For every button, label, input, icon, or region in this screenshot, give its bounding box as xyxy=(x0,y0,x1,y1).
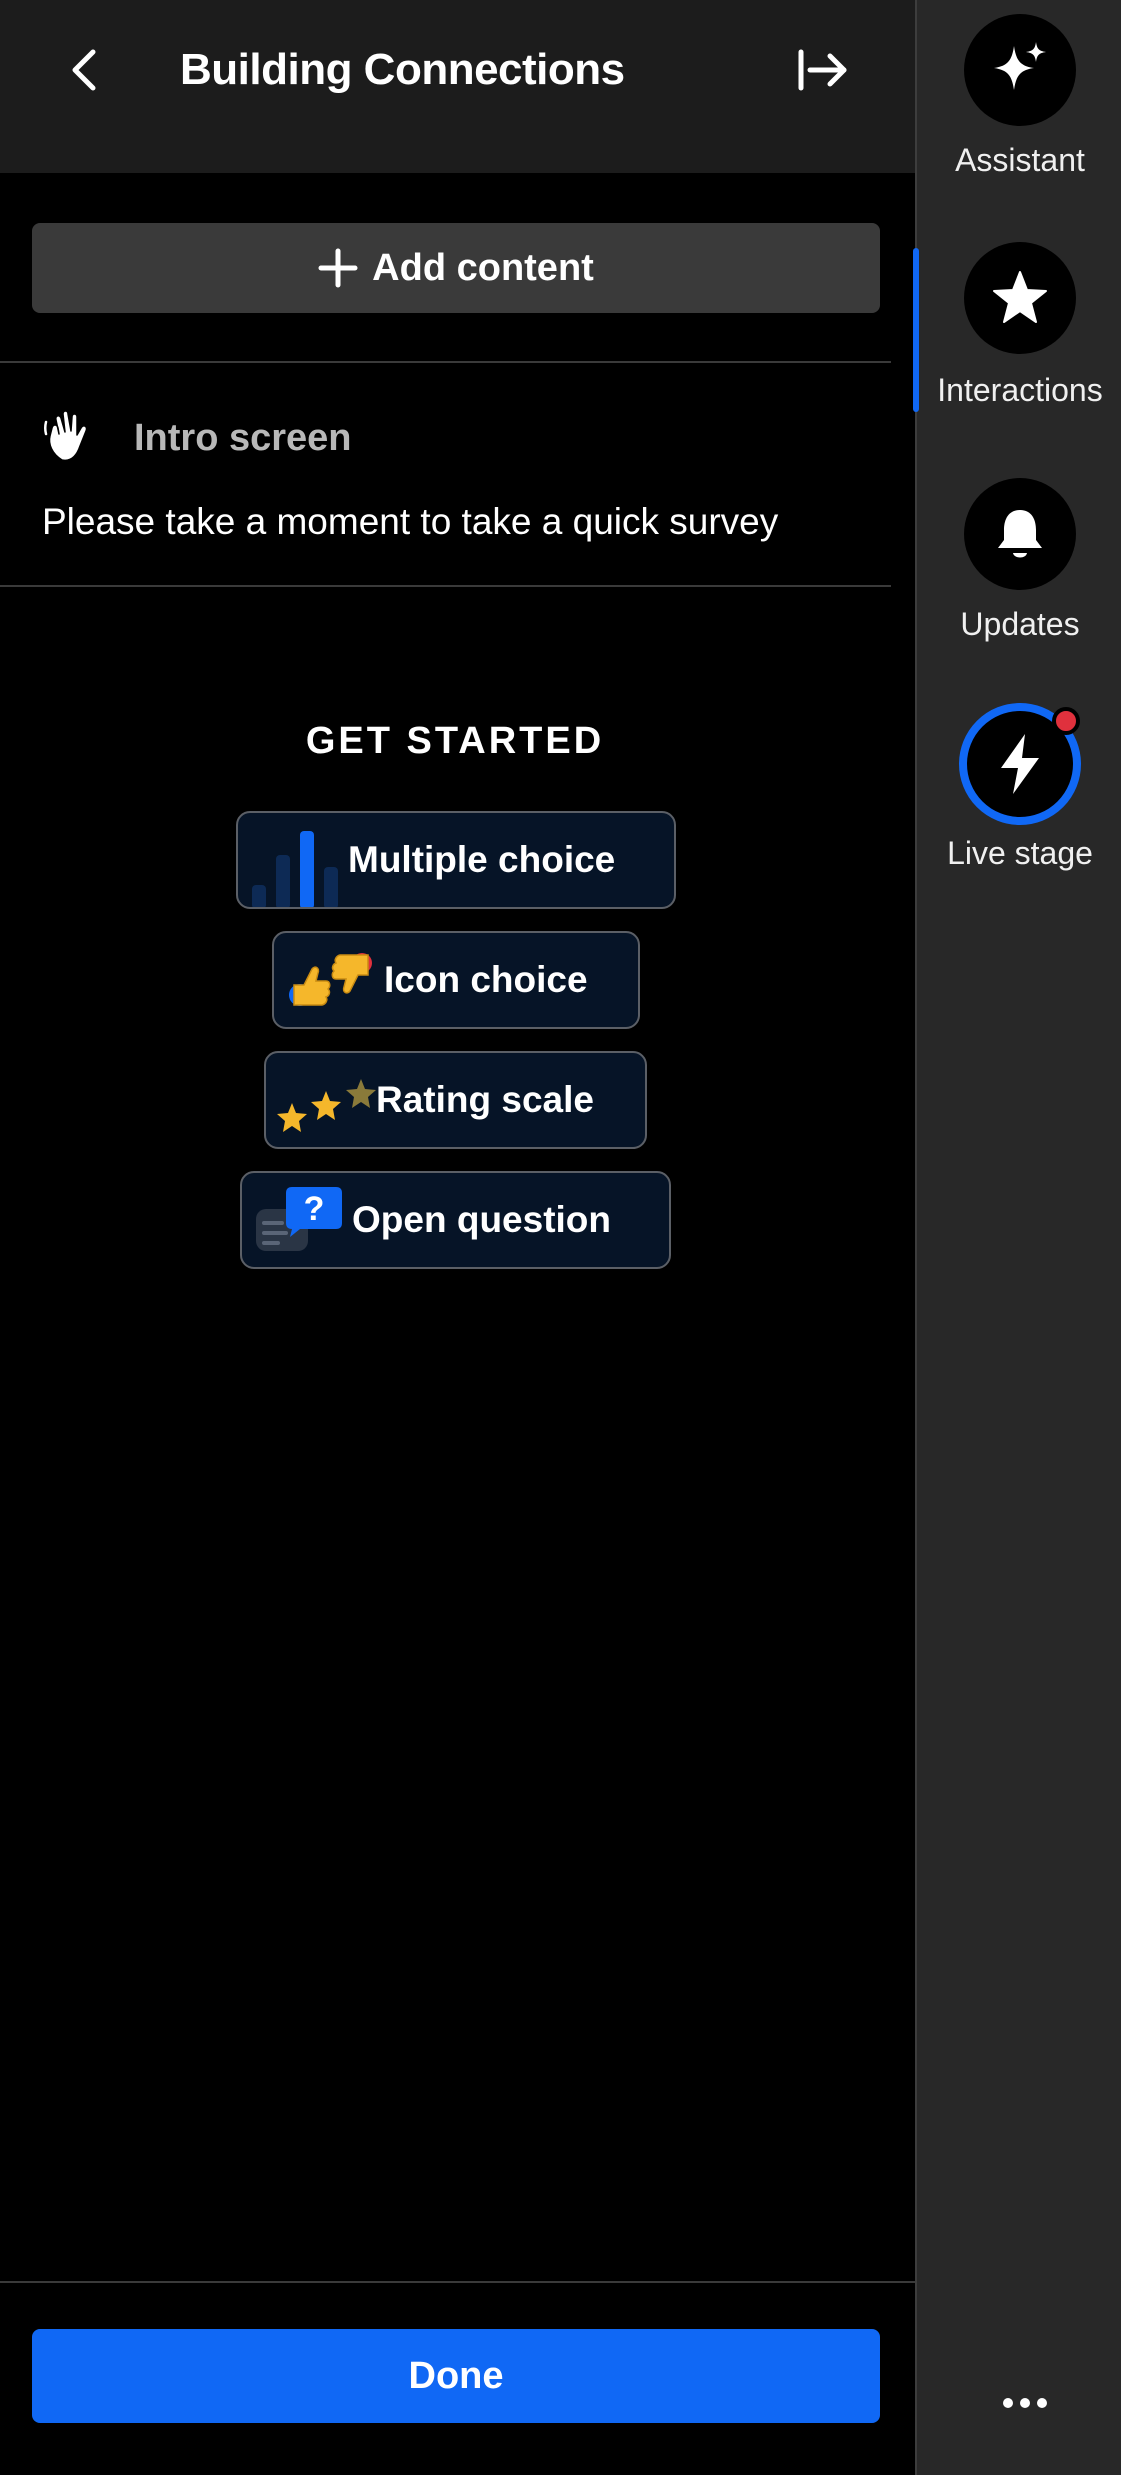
intro-screen-description: Please take a moment to take a quick sur… xyxy=(42,501,779,542)
rail-label-updates: Updates xyxy=(960,606,1080,642)
active-indicator xyxy=(913,248,919,412)
star-icon xyxy=(993,271,1047,323)
rail-item-updates[interactable]: Updates xyxy=(917,478,1121,648)
svg-text:?: ? xyxy=(304,1190,325,1228)
intro-screen-item[interactable]: Intro screen Please take a moment to tak… xyxy=(0,362,891,586)
rail-item-live-stage[interactable]: Live stage xyxy=(917,703,1121,883)
arrow-to-right-icon xyxy=(798,49,847,91)
footer-divider xyxy=(0,2281,915,2283)
multiple-choice-label: Multiple choice xyxy=(348,839,616,880)
intro-screen-heading: Intro screen xyxy=(134,417,352,459)
done-button[interactable]: Done xyxy=(32,2329,880,2423)
rail-item-assistant[interactable]: Assistant xyxy=(917,14,1121,184)
waving-hand-icon xyxy=(44,410,88,462)
stars-icon xyxy=(277,1079,376,1132)
side-rail: Assistant Interactions Updates Live stag… xyxy=(915,0,1121,2475)
chevron-left-icon xyxy=(72,49,96,91)
panel-header: Building Connections xyxy=(0,0,915,173)
rating-scale-label: Rating scale xyxy=(376,1079,594,1120)
assistant-button[interactable] xyxy=(964,14,1076,126)
get-started-heading: GET STARTED xyxy=(305,720,605,762)
rail-label-assistant: Assistant xyxy=(955,142,1085,178)
rail-label-interactions: Interactions xyxy=(937,372,1103,408)
more-icon[interactable] xyxy=(985,2378,1065,2428)
notification-dot xyxy=(1052,707,1080,735)
icon-choice-option[interactable]: Icon choice xyxy=(272,931,640,1029)
add-content-label: Add content xyxy=(372,246,594,289)
done-label: Done xyxy=(408,2354,504,2397)
content-panel: Building Connections Add content Intro s… xyxy=(0,0,915,2475)
rail-item-interactions[interactable]: Interactions xyxy=(917,242,1121,412)
divider xyxy=(0,585,891,587)
thumbs-icon xyxy=(289,953,372,1006)
plus-icon xyxy=(318,248,358,288)
lightning-icon xyxy=(1001,734,1039,794)
interactions-button[interactable] xyxy=(964,242,1076,354)
open-question-option[interactable]: ? Open question xyxy=(240,1171,671,1269)
open-question-label: Open question xyxy=(352,1199,611,1240)
multiple-choice-option[interactable]: Multiple choice xyxy=(236,811,676,909)
question-bubble-icon: ? xyxy=(256,1187,342,1251)
collapse-panel-button[interactable] xyxy=(790,40,856,100)
bar-chart-icon xyxy=(252,831,338,907)
more-dot xyxy=(1037,2398,1047,2408)
rating-scale-option[interactable]: Rating scale xyxy=(264,1051,647,1149)
more-dot xyxy=(1003,2398,1013,2408)
rail-label-live-stage: Live stage xyxy=(947,835,1093,871)
bell-icon xyxy=(998,510,1042,558)
more-dot xyxy=(1020,2398,1030,2408)
back-button[interactable] xyxy=(55,40,115,100)
add-content-button[interactable]: Add content xyxy=(32,223,880,313)
sparkle-icon xyxy=(994,42,1046,90)
page-title: Building Connections xyxy=(180,45,625,94)
updates-button[interactable] xyxy=(964,478,1076,590)
icon-choice-label: Icon choice xyxy=(384,959,588,1000)
